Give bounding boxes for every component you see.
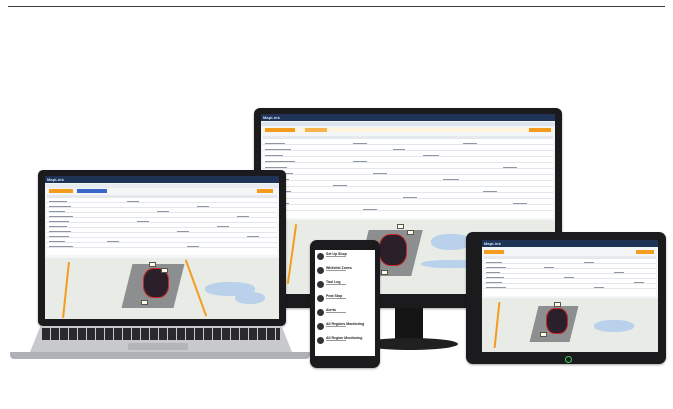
laptop-screen: MapLink — [45, 176, 279, 319]
gear-icon — [317, 337, 324, 344]
alert-icon — [317, 309, 324, 316]
map-pin[interactable] — [149, 262, 156, 267]
route-line — [286, 224, 298, 284]
lake — [594, 320, 634, 332]
table-row[interactable] — [263, 202, 553, 205]
table-row[interactable] — [47, 205, 277, 208]
map-pin[interactable] — [407, 230, 414, 235]
app-header: MapLink — [45, 176, 279, 183]
map-pin[interactable] — [397, 224, 404, 229]
app-menu-item[interactable]: Tool Log — [317, 280, 373, 290]
stop-icon — [317, 295, 324, 302]
app-menu-item[interactable]: Alerts — [317, 308, 373, 318]
lake — [235, 292, 265, 304]
trackpad — [128, 343, 188, 350]
export-button[interactable] — [529, 128, 551, 132]
shield-icon — [317, 267, 324, 274]
app-menu-item[interactable]: Whitelist Zones — [317, 266, 373, 276]
export-button[interactable] — [257, 189, 273, 193]
date-range-button[interactable] — [77, 189, 107, 193]
monitor-stand — [395, 308, 423, 342]
table-row[interactable] — [47, 230, 277, 233]
filter-button[interactable] — [484, 250, 504, 254]
table-row[interactable] — [263, 148, 553, 151]
table-row[interactable] — [47, 215, 277, 218]
map-pin[interactable] — [540, 332, 547, 337]
data-table — [47, 195, 277, 255]
table-header — [263, 136, 553, 139]
export-button[interactable] — [636, 250, 654, 254]
date-range-button[interactable] — [305, 128, 327, 132]
map-panel[interactable] — [45, 258, 279, 319]
data-table — [263, 136, 553, 218]
table-row[interactable] — [484, 266, 656, 269]
map-pin[interactable] — [381, 270, 388, 275]
table-row[interactable] — [263, 190, 553, 193]
app-header: MapLink — [482, 240, 658, 247]
data-table — [484, 256, 656, 296]
table-row[interactable] — [263, 166, 553, 169]
table-row[interactable] — [47, 200, 277, 203]
table-row[interactable] — [47, 240, 277, 243]
tab-bar[interactable] — [45, 184, 279, 188]
tablet-screen: MapLink — [482, 240, 658, 352]
lake — [431, 234, 471, 250]
route-line — [62, 262, 70, 318]
table-row[interactable] — [47, 245, 277, 248]
geofence — [546, 308, 568, 334]
filter-button[interactable] — [265, 128, 295, 132]
phone-screen: Set Up Shop Whitelist Zones Tool Log Pos… — [315, 250, 375, 356]
table-row[interactable] — [263, 184, 553, 187]
table-row[interactable] — [263, 196, 553, 199]
map-panel[interactable] — [482, 298, 658, 352]
table-row[interactable] — [484, 281, 656, 284]
table-header — [484, 256, 656, 259]
app-header: MapLink — [261, 114, 555, 121]
table-row[interactable] — [484, 261, 656, 264]
map-pin[interactable] — [141, 300, 148, 305]
brand-logo: MapLink — [47, 177, 64, 182]
table-row[interactable] — [484, 276, 656, 279]
table-header — [47, 195, 277, 198]
table-row[interactable] — [263, 172, 553, 175]
geofence — [379, 234, 407, 266]
laptop-base-edge — [10, 352, 310, 359]
home-button[interactable] — [565, 356, 572, 363]
app-menu-item[interactable]: Set Up Shop — [317, 252, 373, 262]
table-row[interactable] — [47, 210, 277, 213]
table-row[interactable] — [47, 225, 277, 228]
route-line — [493, 302, 501, 348]
gear-icon — [317, 323, 324, 330]
table-row[interactable] — [263, 160, 553, 163]
tool-icon — [317, 281, 324, 288]
wrench-icon — [317, 253, 324, 260]
top-divider — [8, 6, 665, 7]
table-row[interactable] — [263, 178, 553, 181]
map-pin[interactable] — [554, 302, 561, 307]
table-row[interactable] — [47, 235, 277, 238]
table-row[interactable] — [263, 208, 553, 211]
table-row[interactable] — [47, 220, 277, 223]
filter-button[interactable] — [49, 189, 73, 193]
table-row[interactable] — [484, 286, 656, 289]
tab-bar[interactable] — [261, 122, 555, 126]
app-menu-item[interactable]: All Region Monitoring — [317, 336, 373, 346]
table-row[interactable] — [484, 271, 656, 274]
map-pin[interactable] — [161, 268, 168, 273]
keyboard — [42, 328, 280, 340]
brand-logo: MapLink — [263, 115, 280, 120]
route-line — [184, 259, 208, 317]
table-row[interactable] — [263, 154, 553, 157]
app-menu-item[interactable]: Post Stop — [317, 294, 373, 304]
app-menu-item[interactable]: All Regions Monitoring — [317, 322, 373, 332]
table-row[interactable] — [263, 142, 553, 145]
brand-logo: MapLink — [484, 241, 501, 246]
